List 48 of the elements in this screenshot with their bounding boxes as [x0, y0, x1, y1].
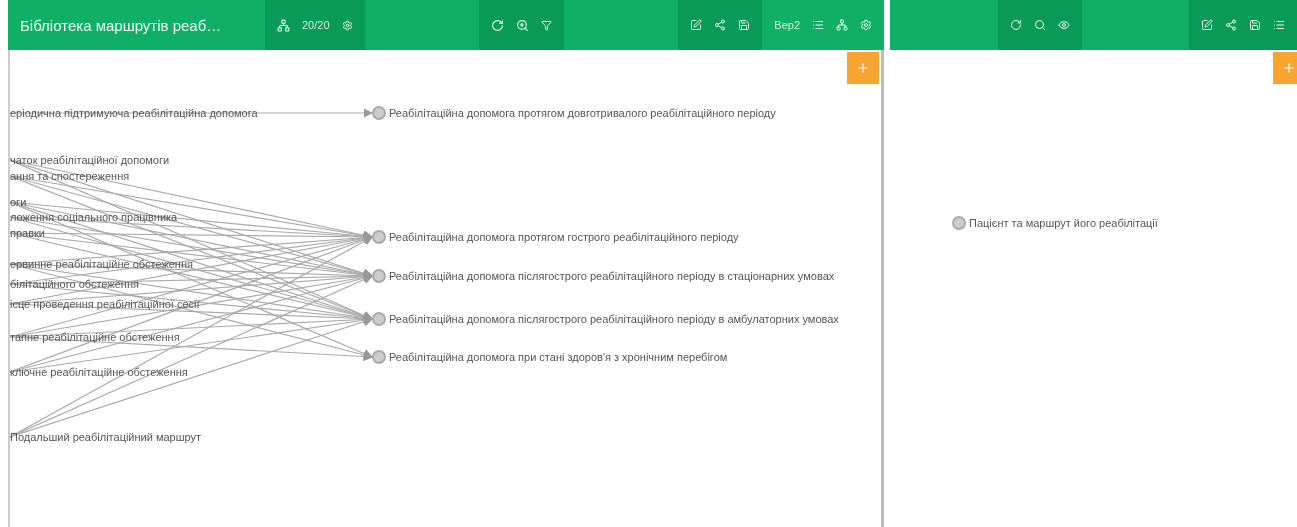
node-label[interactable]: ісце проведення реабілітаційної сесії	[10, 297, 200, 311]
node-label[interactable]: тапне реабілітаційне обстеження	[10, 330, 180, 344]
sitemap-icon[interactable]	[277, 18, 290, 32]
node-label[interactable]: ервинне реабілітаційне обстеження	[10, 257, 193, 271]
add-button[interactable]	[1273, 52, 1297, 84]
save-icon[interactable]	[738, 19, 751, 31]
eye-icon[interactable]	[1057, 19, 1070, 31]
node-circle[interactable]	[372, 106, 386, 120]
add-button[interactable]	[847, 52, 879, 84]
refresh-icon[interactable]	[490, 18, 504, 32]
node-circle[interactable]	[372, 350, 386, 364]
list-icon[interactable]	[1273, 19, 1285, 31]
search-icon[interactable]	[1033, 19, 1046, 31]
node-label[interactable]: Подальший реабілітаційний маршрут	[10, 430, 202, 444]
node-label[interactable]: білітаційного обстеження	[10, 277, 139, 291]
node-label[interactable]: Пацієнт та маршрут його реабілітації	[969, 216, 1158, 230]
node-circle[interactable]	[372, 269, 386, 283]
node-label[interactable]: Реабілітаційна допомога післягострого реабілітаційного періоду в амбулаторних умовах	[389, 312, 839, 326]
edit-icon[interactable]	[690, 19, 703, 31]
node-label[interactable]: ключне реабілітаційне обстеження	[10, 365, 188, 379]
library-title: Бібліотека маршрутів реаб…	[20, 16, 222, 34]
zoom-icon[interactable]	[515, 18, 529, 32]
sitemap-icon[interactable]	[836, 19, 848, 31]
save-icon[interactable]	[1249, 19, 1261, 31]
node-label[interactable]: ложення соціального працівника	[10, 210, 178, 224]
settings-icon[interactable]	[860, 19, 872, 31]
node-label[interactable]: Реабілітаційна допомога при стані здоров'я з хронічним перебігом	[389, 350, 728, 364]
node-label[interactable]: Реабілітаційна допомога протягом гострого реабілітаційного періоду	[389, 230, 739, 244]
refresh-icon[interactable]	[1009, 19, 1022, 31]
node-label[interactable]: ання та спостереження	[10, 169, 130, 183]
settings-icon[interactable]	[341, 19, 353, 31]
node-label[interactable]: еріодична підтримуюча реабілітаційна допомога	[10, 106, 258, 120]
node-label[interactable]: чаток реабілітаційної допомоги	[10, 153, 170, 167]
filter-icon[interactable]	[540, 19, 552, 31]
share-icon[interactable]	[1225, 19, 1237, 31]
node-label[interactable]: Реабілітаційна допомога післягострого реабілітаційного періоду в стаціонарних умовах	[389, 269, 835, 283]
counter-text: 20/20	[302, 19, 330, 31]
node-label[interactable]: Реабілітаційна допомога протягом довготривалого реабілітаційного періоду	[389, 106, 776, 120]
edit-icon[interactable]	[1201, 19, 1213, 31]
share-icon[interactable]	[714, 19, 727, 31]
plus-icon	[856, 61, 870, 75]
list-icon[interactable]	[812, 19, 824, 31]
node-circle[interactable]	[952, 216, 966, 230]
node-circle[interactable]	[372, 230, 386, 244]
node-circle[interactable]	[372, 312, 386, 326]
node-label[interactable]: правки	[10, 226, 45, 240]
node-label[interactable]: оги	[10, 195, 27, 209]
plus-icon	[1282, 61, 1296, 75]
